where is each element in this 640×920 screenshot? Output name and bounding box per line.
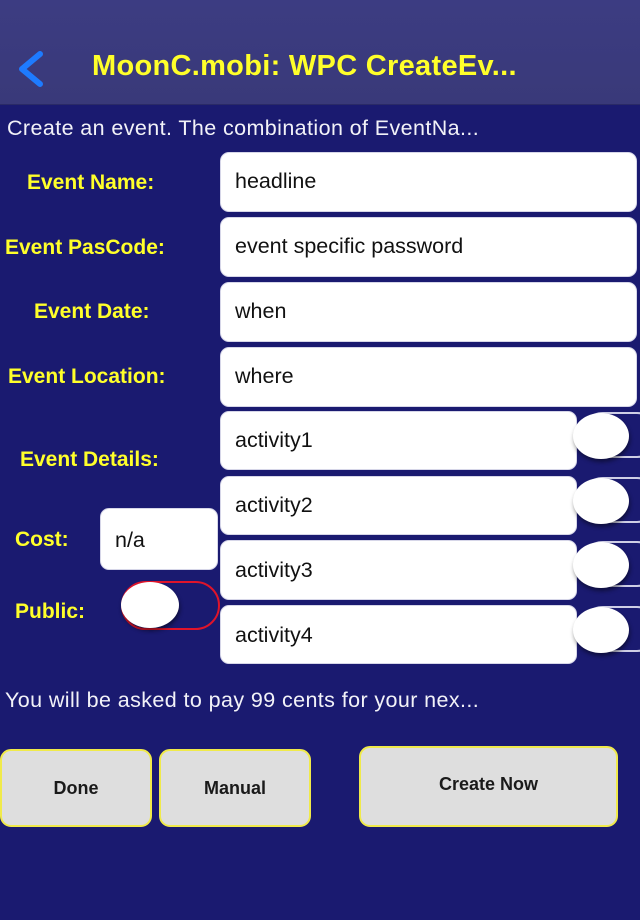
create-now-button[interactable]: Create Now — [359, 746, 618, 827]
activity3-value: activity3 — [235, 558, 313, 582]
chevron-left-icon — [19, 51, 43, 87]
cost-value: n/a — [115, 528, 145, 552]
activity3-field[interactable]: activity3 — [220, 540, 577, 600]
cost-field[interactable]: n/a — [100, 508, 218, 570]
event-name-label: Event Name: — [27, 171, 155, 194]
activity1-switch[interactable] — [573, 413, 629, 459]
payment-note: You will be asked to pay 99 cents for yo… — [5, 688, 480, 712]
navigation-bar: MoonC.mobi: WPC CreateEv... — [0, 0, 640, 105]
done-button[interactable]: Done — [0, 749, 152, 827]
event-location-value: where — [235, 364, 294, 388]
event-name-field[interactable]: headline — [220, 152, 637, 212]
manual-button[interactable]: Manual — [159, 749, 311, 827]
activity4-field[interactable]: activity4 — [220, 605, 577, 664]
intro-text: Create an event. The combination of Even… — [7, 116, 480, 140]
event-pascode-label: Event PasCode: — [5, 236, 165, 259]
event-date-label: Event Date: — [34, 300, 150, 323]
public-label: Public: — [15, 600, 86, 623]
activity1-value: activity1 — [235, 428, 313, 452]
activity1-field[interactable]: activity1 — [220, 411, 577, 470]
event-details-label: Event Details: — [20, 448, 159, 471]
event-name-value: headline — [235, 169, 317, 193]
cost-label: Cost: — [15, 528, 69, 551]
page-title: MoonC.mobi: WPC CreateEv... — [92, 50, 517, 82]
activity2-value: activity2 — [235, 493, 313, 517]
event-location-label: Event Location: — [8, 365, 166, 388]
event-location-field[interactable]: where — [220, 347, 637, 407]
activity4-switch[interactable] — [573, 607, 629, 653]
public-toggle[interactable] — [121, 582, 179, 628]
event-pascode-value: event specific password — [235, 234, 464, 258]
event-date-value: when — [235, 299, 287, 323]
event-date-field[interactable]: when — [220, 282, 637, 342]
activity4-value: activity4 — [235, 623, 313, 647]
activity2-field[interactable]: activity2 — [220, 476, 577, 535]
activity2-switch[interactable] — [573, 478, 629, 524]
back-button[interactable] — [14, 50, 48, 88]
event-pascode-field[interactable]: event specific password — [220, 217, 637, 277]
activity3-switch[interactable] — [573, 542, 629, 588]
